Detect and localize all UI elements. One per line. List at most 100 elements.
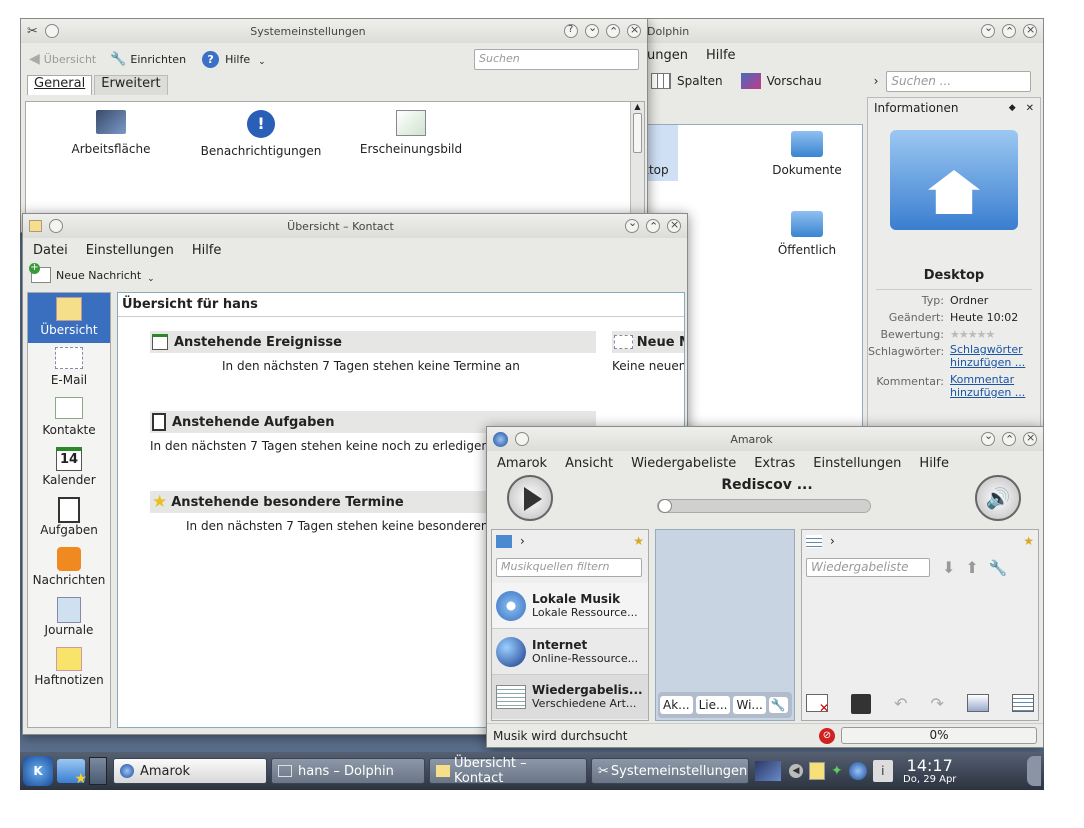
arrow-up-icon[interactable]: ⬆ [965, 558, 978, 577]
columns-icon[interactable] [651, 73, 671, 89]
file-item[interactable]: Öffentlich [752, 211, 862, 257]
sidebar-item-contacts[interactable]: Kontakte [28, 393, 110, 443]
breadcrumb-arrow-icon[interactable]: › [830, 534, 835, 548]
amarok-menu-playlist[interactable]: Wiedergabeliste [631, 456, 736, 471]
settings-item-notifications[interactable]: ! Benachrichtigungen [196, 110, 326, 158]
help-button[interactable]: Hilfe [225, 53, 250, 66]
add-tags-link[interactable]: Schlagwörter hinzufügen ... [950, 343, 1030, 369]
arrow-down-icon[interactable]: ⬇ [942, 558, 955, 577]
sidebar-item-calendar[interactable]: 14 Kalender [28, 443, 110, 493]
amarok-menu-help[interactable]: Hilfe [919, 456, 949, 471]
help-circle-icon[interactable]: ? [202, 50, 220, 68]
source-item-internet[interactable]: Internet Online-Ressource... [492, 629, 648, 675]
float-icon[interactable]: ◆ [1009, 103, 1016, 113]
tab-general[interactable]: General [27, 75, 93, 95]
settings-item-desktop[interactable]: Arbeitsfläche [56, 110, 166, 156]
new-message-button[interactable]: Neue Nachricht [56, 269, 141, 282]
sidebar-item-notes[interactable]: Haftnotizen [28, 643, 110, 693]
close-icon[interactable] [1023, 431, 1037, 446]
klipper-icon[interactable] [809, 762, 825, 780]
volume-button[interactable]: 🔊 [975, 475, 1021, 521]
kde-menu-icon[interactable]: K [23, 756, 53, 786]
kontact-menu-settings[interactable]: Einstellungen [86, 243, 174, 258]
kontact-titlebar[interactable]: Übersicht – Kontact [23, 214, 687, 238]
sidebar-item-tasks[interactable]: Aufgaben [28, 493, 110, 543]
amarok-tray-icon[interactable] [848, 762, 867, 780]
systemsettings-titlebar[interactable]: ✂ Systemeinstellungen [21, 19, 647, 43]
undo-icon[interactable]: ↶ [894, 694, 907, 714]
settings-item-appearance[interactable]: Erscheinungsbild [351, 110, 471, 156]
columns-button[interactable]: Spalten [677, 74, 723, 88]
file-item[interactable]: Dokumente [752, 131, 862, 177]
play-button[interactable] [507, 475, 553, 521]
info-icon[interactable]: i [872, 760, 893, 782]
pin-icon[interactable] [44, 24, 59, 38]
pin-icon[interactable] [49, 219, 63, 233]
bookmark-star-icon[interactable]: ★ [1023, 534, 1034, 548]
playlist-view-icon[interactable] [1011, 694, 1034, 712]
track-progress-slider[interactable] [657, 499, 871, 513]
chevron-down-icon[interactable]: ⌄ [258, 57, 266, 67]
sidebar-item-overview[interactable]: Übersicht [28, 293, 110, 343]
stop-scan-icon[interactable]: ⊘ [819, 727, 835, 744]
dolphin-search-input[interactable]: Suchen ... [886, 70, 1032, 92]
minimize-icon[interactable] [585, 21, 599, 38]
task-dolphin[interactable]: hans – Dolphin [271, 758, 425, 784]
context-tab-wikipedia[interactable]: Wi... [733, 696, 766, 714]
playlist-layout-icon[interactable] [806, 534, 822, 548]
maximize-icon[interactable] [646, 219, 660, 233]
add-comment-link[interactable]: Kommentar hinzufügen ... [950, 373, 1030, 399]
bookmark-star-icon[interactable]: ★ [633, 534, 644, 548]
context-config-icon[interactable]: 🔧 [768, 697, 788, 713]
source-item-playlists[interactable]: Wiedergabelis... Verschiedene Art... [492, 675, 648, 719]
close-icon[interactable] [627, 23, 641, 38]
breadcrumb-arrow-icon[interactable]: › [874, 74, 879, 88]
help-icon[interactable] [564, 24, 578, 38]
tray-arrow-icon[interactable]: ◀ [789, 764, 803, 778]
dolphin-menu-help[interactable]: Hilfe [706, 48, 736, 63]
clear-playlist-icon[interactable]: ✕ [806, 694, 829, 715]
sidebar-item-news[interactable]: Nachrichten [28, 543, 110, 593]
sidebar-item-journals[interactable]: Journale [28, 593, 110, 643]
network-icon[interactable]: ✦ [831, 763, 843, 779]
rating-stars[interactable]: ★★★★★ [950, 326, 995, 343]
context-tab-lyrics[interactable]: Lie... [695, 696, 731, 714]
minimize-icon[interactable] [981, 429, 995, 446]
kontact-menu-file[interactable]: Datei [33, 243, 68, 258]
maximize-icon[interactable] [1002, 432, 1016, 446]
amarok-titlebar[interactable]: Amarok [487, 427, 1043, 451]
queue-icon[interactable] [966, 694, 989, 712]
desktop-folder-icon[interactable]: ★ [57, 759, 87, 787]
minimize-icon[interactable] [625, 216, 639, 233]
kontact-menu-help[interactable]: Hilfe [192, 243, 222, 258]
clock[interactable]: 14:17 Do, 29 Apr [899, 757, 961, 785]
sources-filter-input[interactable]: Musikquellen filtern [496, 558, 642, 577]
panel-toolbox-icon[interactable] [1027, 756, 1041, 786]
amarok-menu-view[interactable]: Ansicht [565, 456, 613, 471]
source-item-local[interactable]: Lokale Musik Lokale Ressource... [492, 583, 648, 629]
systemsettings-search-input[interactable]: Suchen [474, 48, 639, 70]
pin-icon[interactable] [515, 432, 529, 446]
panel-close-icon[interactable]: ✕ [1026, 103, 1034, 114]
breadcrumb-arrow-icon[interactable]: › [520, 534, 525, 548]
amarok-menu-settings[interactable]: Einstellungen [813, 456, 901, 471]
task-kontact[interactable]: Übersicht – Kontact [429, 756, 587, 786]
maximize-icon[interactable] [1002, 24, 1016, 38]
maximize-icon[interactable] [606, 24, 620, 38]
configure-icon[interactable]: 🔧 [110, 52, 126, 67]
show-desktop-icon[interactable] [755, 761, 781, 781]
new-message-icon[interactable]: + [29, 263, 51, 283]
playlist-search-input[interactable]: Wiedergabeliste [806, 558, 930, 577]
pager-icon[interactable] [89, 757, 107, 785]
configure-button[interactable]: Einrichten [130, 53, 186, 66]
minimize-icon[interactable] [981, 21, 995, 38]
preview-icon[interactable] [740, 73, 761, 89]
tab-advanced[interactable]: Erweitert [94, 75, 168, 95]
sidebar-item-email[interactable]: E-Mail [28, 343, 110, 393]
redo-icon[interactable]: ↷ [931, 694, 944, 714]
dolphin-menu-settings[interactable]: ungen [647, 48, 688, 63]
save-icon[interactable] [851, 694, 872, 714]
back-arrow-icon[interactable]: ◀ [29, 51, 40, 67]
home-icon[interactable] [496, 534, 512, 548]
task-systemsettings[interactable]: ✂ Systemeinstellungen [591, 758, 749, 784]
